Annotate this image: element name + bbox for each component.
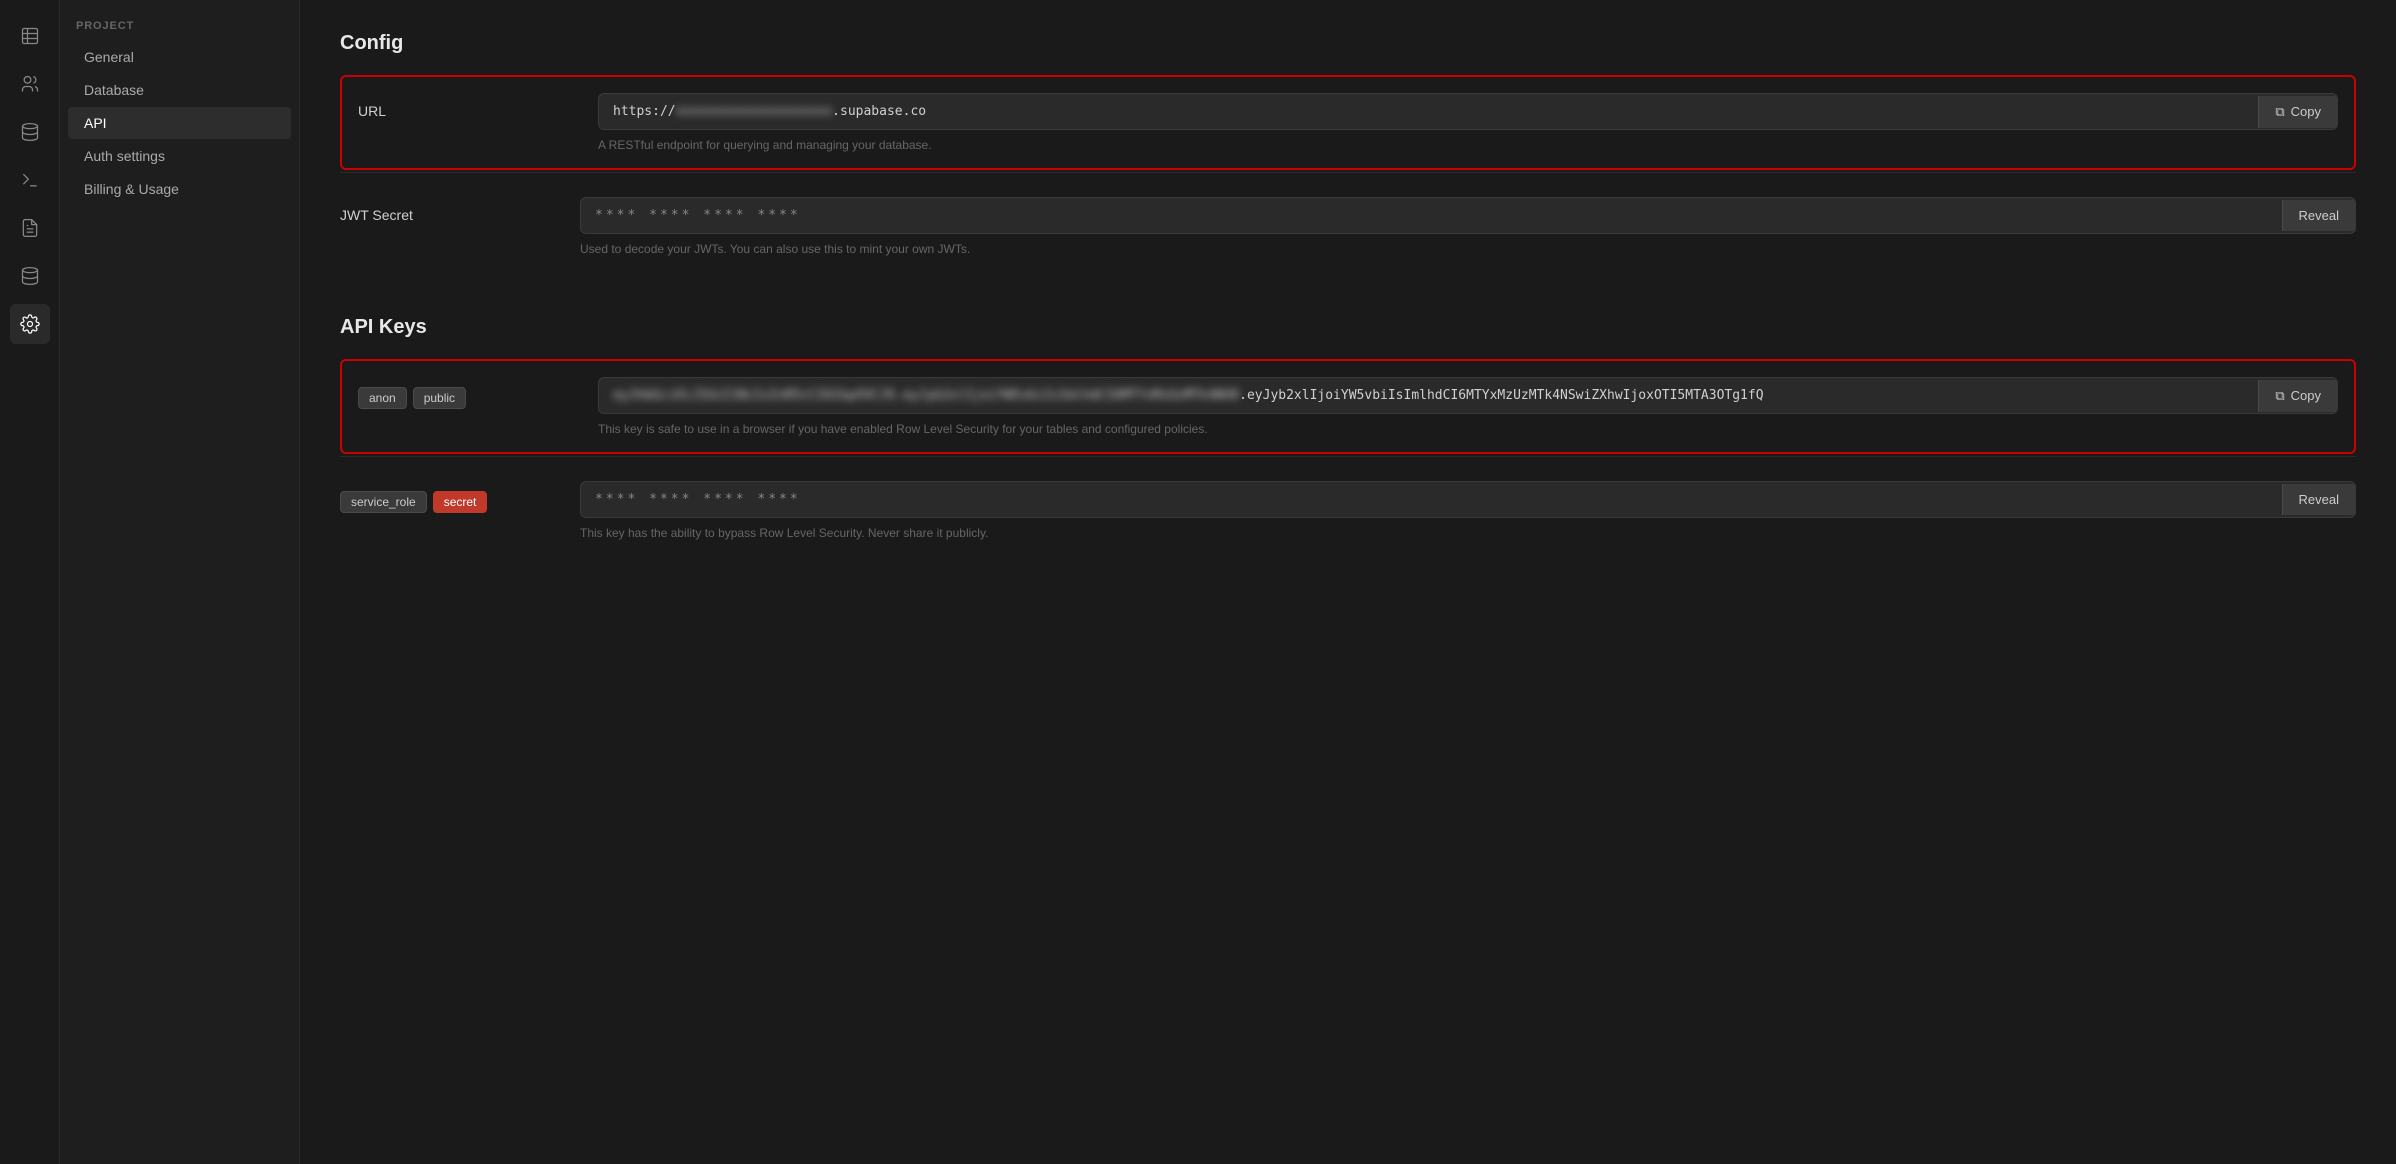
icon-sidebar <box>0 0 60 1164</box>
anon-visible-end: .eyJyb2xlIjoiYW5vbiIsImlhdCI6MTYxMzUzMTk… <box>1239 388 1763 403</box>
jwt-input-container: **** **** **** **** Reveal <box>580 197 2356 234</box>
nav-item-general[interactable]: General <box>68 41 291 73</box>
anon-copy-button[interactable]: ⧉ Copy <box>2258 380 2337 412</box>
jwt-helper-text: Used to decode your JWTs. You can also u… <box>580 242 2356 256</box>
anon-input-container: eyJhbGciOiJIUzI1NiIsInR5cCI6IkpXVCJ9.eyJ… <box>598 377 2338 414</box>
terminal-nav-icon[interactable] <box>10 160 50 200</box>
service-role-value: **** **** **** **** <box>581 482 2282 517</box>
jwt-field-wrapper: **** **** **** **** Reveal Used to decod… <box>580 197 2356 256</box>
url-prefix: https:// <box>613 104 676 119</box>
service-role-input-container: **** **** **** **** Reveal <box>580 481 2356 518</box>
storage-nav-icon[interactable] <box>10 112 50 152</box>
nav-section-label: Project <box>60 20 299 40</box>
service-role-tags: service_role secret <box>340 491 540 513</box>
nav-item-billing[interactable]: Billing & Usage <box>68 173 291 205</box>
nav-item-api[interactable]: API <box>68 107 291 139</box>
config-section: Config URL https://xxxxxxxxxxxxxxxxxxxx.… <box>340 32 2356 276</box>
docs-nav-icon[interactable] <box>10 208 50 248</box>
anon-copy-label: Copy <box>2291 388 2321 403</box>
anon-blurred: eyJhbGciOiJIUzI1NiIsInR5cCI6IkpXVCJ9.eyJ… <box>613 388 1239 403</box>
url-helper-text: A RESTful endpoint for querying and mana… <box>598 138 2338 152</box>
users-nav-icon[interactable] <box>10 64 50 104</box>
anon-tags: anon public <box>358 387 558 409</box>
jwt-config-row: JWT Secret **** **** **** **** Reveal Us… <box>340 172 2356 276</box>
url-copy-label: Copy <box>2291 104 2321 119</box>
anon-config-row: anon public eyJhbGciOiJIUzI1NiIsInR5cCI6… <box>358 377 2338 436</box>
anon-helper-text: This key is safe to use in a browser if … <box>598 422 2338 436</box>
nav-item-auth[interactable]: Auth settings <box>68 140 291 172</box>
api-keys-title: API Keys <box>340 316 2356 339</box>
service-role-helper-text: This key has the ability to bypass Row L… <box>580 526 2356 540</box>
url-highlight-row: URL https://xxxxxxxxxxxxxxxxxxxx.supabas… <box>340 75 2356 170</box>
url-field-wrapper: https://xxxxxxxxxxxxxxxxxxxx.supabase.co… <box>598 93 2338 152</box>
settings-nav-icon[interactable] <box>10 304 50 344</box>
service-role-tags-container: service_role secret <box>340 481 540 513</box>
url-input-container: https://xxxxxxxxxxxxxxxxxxxx.supabase.co… <box>598 93 2338 130</box>
public-tag: public <box>413 387 466 409</box>
anon-highlight-row: anon public eyJhbGciOiJIUzI1NiIsInR5cCI6… <box>340 359 2356 454</box>
jwt-value: **** **** **** **** <box>581 198 2282 233</box>
url-copy-button[interactable]: ⧉ Copy <box>2258 96 2337 128</box>
url-suffix: .supabase.co <box>832 104 926 119</box>
secret-tag: secret <box>433 491 488 513</box>
nav-item-database[interactable]: Database <box>68 74 291 106</box>
service-role-reveal-button[interactable]: Reveal <box>2282 484 2355 515</box>
main-content: Config URL https://xxxxxxxxxxxxxxxxxxxx.… <box>300 0 2396 1164</box>
service-role-tag: service_role <box>340 491 427 513</box>
anon-value: eyJhbGciOiJIUzI1NiIsInR5cCI6IkpXVCJ9.eyJ… <box>599 378 2258 413</box>
nav-sidebar: Project General Database API Auth settin… <box>60 0 300 1164</box>
service-role-field-wrapper: **** **** **** **** Reveal This key has … <box>580 481 2356 540</box>
service-role-config-row: service_role secret **** **** **** **** … <box>340 456 2356 560</box>
url-blurred: xxxxxxxxxxxxxxxxxxxx <box>676 104 833 119</box>
url-config-row: URL https://xxxxxxxxxxxxxxxxxxxx.supabas… <box>358 93 2338 152</box>
jwt-label: JWT Secret <box>340 197 540 223</box>
api-keys-section: API Keys anon public eyJhbGciOiJIUzI1NiI… <box>340 316 2356 560</box>
url-value: https://xxxxxxxxxxxxxxxxxxxx.supabase.co <box>599 94 2258 129</box>
copy-icon: ⧉ <box>2275 104 2284 120</box>
config-title: Config <box>340 32 2356 55</box>
database-nav-icon[interactable] <box>10 256 50 296</box>
anon-copy-icon: ⧉ <box>2275 388 2284 404</box>
url-label: URL <box>358 93 558 119</box>
anon-tag: anon <box>358 387 407 409</box>
anon-tags-container: anon public <box>358 377 558 409</box>
jwt-reveal-button[interactable]: Reveal <box>2282 200 2355 231</box>
table-nav-icon[interactable] <box>10 16 50 56</box>
anon-field-wrapper: eyJhbGciOiJIUzI1NiIsInR5cCI6IkpXVCJ9.eyJ… <box>598 377 2338 436</box>
